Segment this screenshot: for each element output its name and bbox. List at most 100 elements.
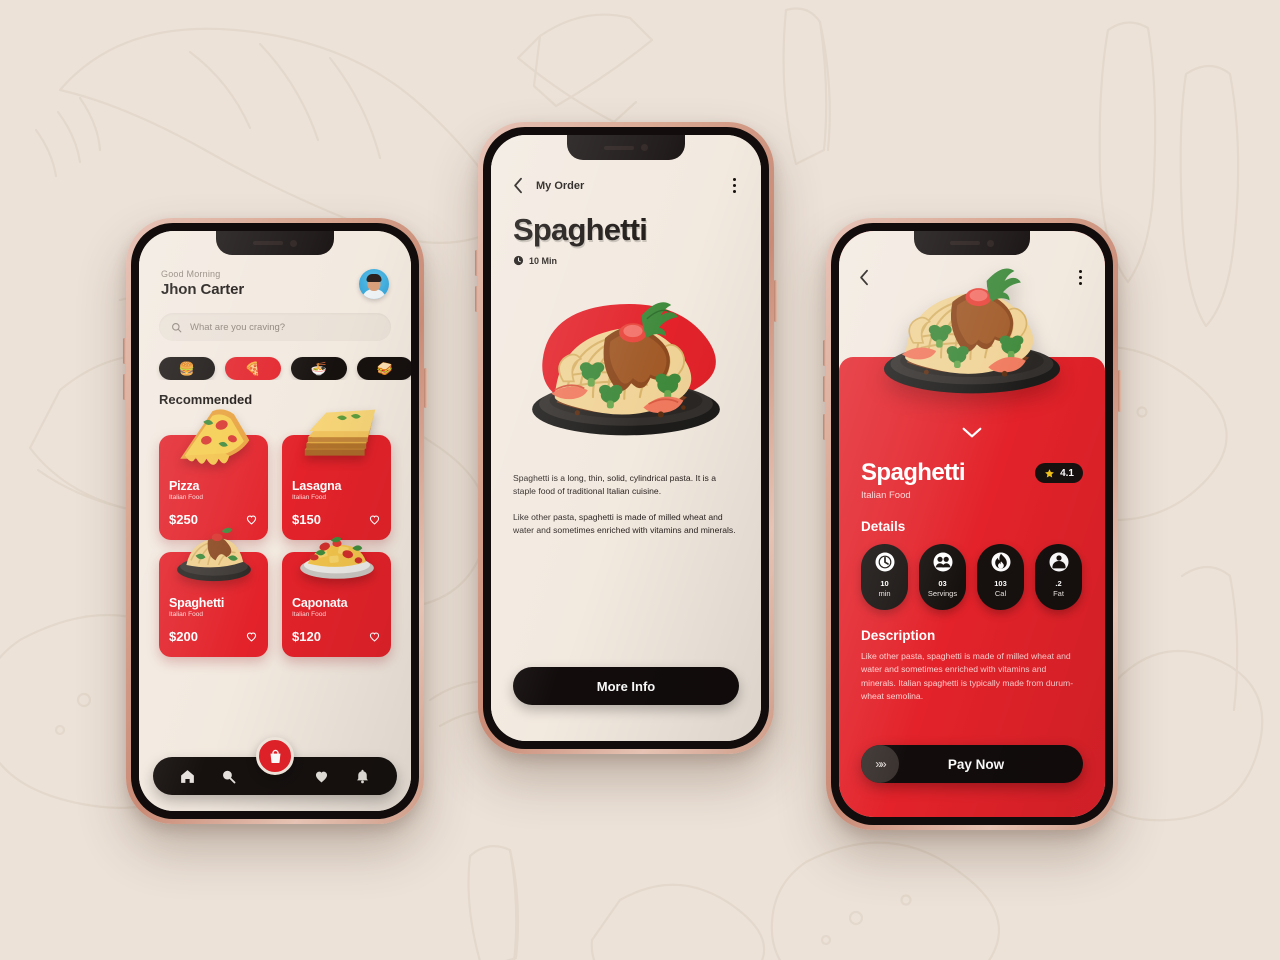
bell-icon[interactable]	[354, 768, 371, 785]
food-card-name: Pizza	[169, 479, 200, 493]
food-card-name: Lasagna	[292, 479, 342, 493]
food-card-category: Italian Food	[292, 611, 326, 618]
phone-bezel: Good Morning Jhon Carter What are you cr…	[131, 223, 419, 819]
order-header	[859, 267, 1085, 288]
speaker-grill	[950, 241, 980, 245]
pay-slider-knob[interactable]: »»	[861, 745, 899, 783]
order-image-zone	[839, 231, 1105, 431]
description-paragraph-2: Like other pasta, spaghetti is made of m…	[513, 511, 736, 535]
stat-time: 10 min	[861, 544, 908, 610]
pizza-illustration	[179, 409, 249, 465]
stat-label: Fat	[1053, 589, 1064, 598]
phone-mockup-order: Spaghetti 4.1 Italian Food Details 10 mi…	[823, 218, 1121, 830]
stat-fat: .2 Fat	[1035, 544, 1082, 610]
category-pill-row[interactable]: 🍔 🍕 🍜 🥪	[139, 341, 411, 380]
prep-time-row: 10 Min	[513, 255, 739, 266]
more-options-icon[interactable]	[1076, 267, 1085, 288]
heart-icon[interactable]	[313, 768, 330, 785]
phone-mockup-home: Good Morning Jhon Carter What are you cr…	[123, 218, 427, 824]
category-pill-soup[interactable]: 🍜	[291, 357, 347, 380]
volume-up-button[interactable]	[123, 338, 126, 364]
cart-fab-button[interactable]	[256, 737, 294, 775]
phone-bezel: Spaghetti 4.1 Italian Food Details 10 mi…	[831, 223, 1113, 825]
food-card-category: Italian Food	[169, 494, 203, 501]
volume-up-button[interactable]	[475, 250, 478, 276]
volume-down-button[interactable]	[475, 286, 478, 312]
category-pill-sandwich[interactable]: 🥪	[357, 357, 411, 380]
servings-icon	[933, 552, 952, 572]
stat-value: 10	[880, 579, 889, 588]
search-icon	[172, 322, 182, 332]
power-button[interactable]	[774, 280, 777, 322]
category-pill-burger[interactable]: 🍔	[159, 357, 215, 380]
order-screen: Spaghetti 4.1 Italian Food Details 10 mi…	[839, 231, 1105, 817]
favorite-heart-icon[interactable]	[368, 630, 381, 643]
sandwich-icon: 🥪	[376, 360, 394, 376]
volume-up-button[interactable]	[823, 340, 826, 366]
volume-down-button[interactable]	[823, 376, 826, 402]
volume-down-button[interactable]	[123, 374, 126, 400]
recommended-grid: Pizza Italian Food $250 Lasagna Italian …	[139, 409, 411, 657]
food-card-price: $120	[292, 629, 321, 644]
stat-label: min	[878, 589, 891, 598]
speaker-grill	[604, 145, 634, 150]
chevron-down-icon[interactable]	[962, 427, 982, 439]
search-input[interactable]	[190, 321, 379, 333]
details-stats-row: 10 min 03 Servings 103 Cal .2 Fat	[861, 544, 1083, 610]
more-info-button[interactable]: More Info	[513, 667, 739, 705]
avatar-hair	[366, 274, 382, 282]
soup-icon: 🍜	[310, 360, 328, 376]
description-paragraph-1: Spaghetti is a long, thin, solid, cylind…	[513, 473, 717, 497]
front-camera	[641, 144, 648, 151]
stat-servings: 03 Servings	[919, 544, 966, 610]
prep-time-text: 10 Min	[529, 255, 558, 266]
stat-label: Cal	[994, 589, 1007, 598]
home-screen: Good Morning Jhon Carter What are you cr…	[139, 231, 411, 811]
page-title: My Order	[536, 179, 585, 192]
greeting-block: Good Morning Jhon Carter	[161, 269, 244, 298]
food-card-caponata[interactable]: Caponata Italian Food $120	[282, 536, 391, 657]
notch	[567, 135, 685, 160]
spaghetti-illustration	[176, 527, 251, 582]
order-content: Spaghetti 4.1 Italian Food Details 10 mi…	[839, 431, 1105, 703]
stat-label: Servings	[927, 589, 958, 598]
stat-value: 03	[938, 579, 947, 588]
phone-bezel: My Order Spaghetti 10 Min Spaghetti is a…	[483, 127, 769, 749]
food-card-category: Italian Food	[169, 611, 203, 618]
category-pill-pizza[interactable]: 🍕	[225, 357, 281, 380]
front-camera	[987, 239, 994, 247]
food-card-price: $200	[169, 629, 198, 644]
search-icon[interactable]	[220, 768, 237, 785]
description-text: Like other pasta, spaghetti is made of m…	[861, 651, 1074, 701]
stat-value: 103	[994, 579, 1007, 588]
flame-icon	[991, 552, 1010, 572]
shopping-bag-icon	[270, 749, 280, 763]
burger-icon: 🍔	[178, 360, 196, 376]
back-arrow-icon[interactable]	[859, 269, 870, 286]
power-button[interactable]	[424, 368, 427, 408]
food-card-category: Italian Food	[292, 494, 326, 501]
power-button[interactable]	[1118, 370, 1121, 412]
food-card-spaghetti[interactable]: Spaghetti Italian Food $200	[159, 527, 268, 657]
details-heading: Details	[861, 519, 906, 534]
dish-hero-image	[513, 276, 739, 466]
dish-title: Spaghetti	[513, 212, 648, 247]
description-block: Spaghetti is a long, thin, solid, cylind…	[513, 472, 739, 537]
food-card-name: Spaghetti	[169, 596, 225, 610]
pay-now-button[interactable]: »» Pay Now	[861, 745, 1083, 783]
greeting-text: Good Morning	[161, 269, 221, 279]
mute-switch[interactable]	[823, 414, 826, 440]
pay-now-label: Pay Now	[947, 756, 1005, 772]
home-icon[interactable]	[179, 768, 196, 785]
more-options-icon[interactable]	[730, 175, 739, 196]
detail-screen: My Order Spaghetti 10 Min Spaghetti is a…	[491, 135, 761, 741]
clock-icon	[875, 552, 894, 572]
fat-icon	[1049, 552, 1068, 572]
back-arrow-icon[interactable]	[513, 177, 524, 194]
avatar[interactable]	[359, 269, 389, 299]
search-bar[interactable]	[159, 313, 391, 341]
dish-title: Spaghetti	[861, 459, 966, 486]
clock-icon	[513, 255, 524, 266]
rating-badge: 4.1	[1035, 463, 1083, 483]
favorite-heart-icon[interactable]	[245, 630, 258, 643]
